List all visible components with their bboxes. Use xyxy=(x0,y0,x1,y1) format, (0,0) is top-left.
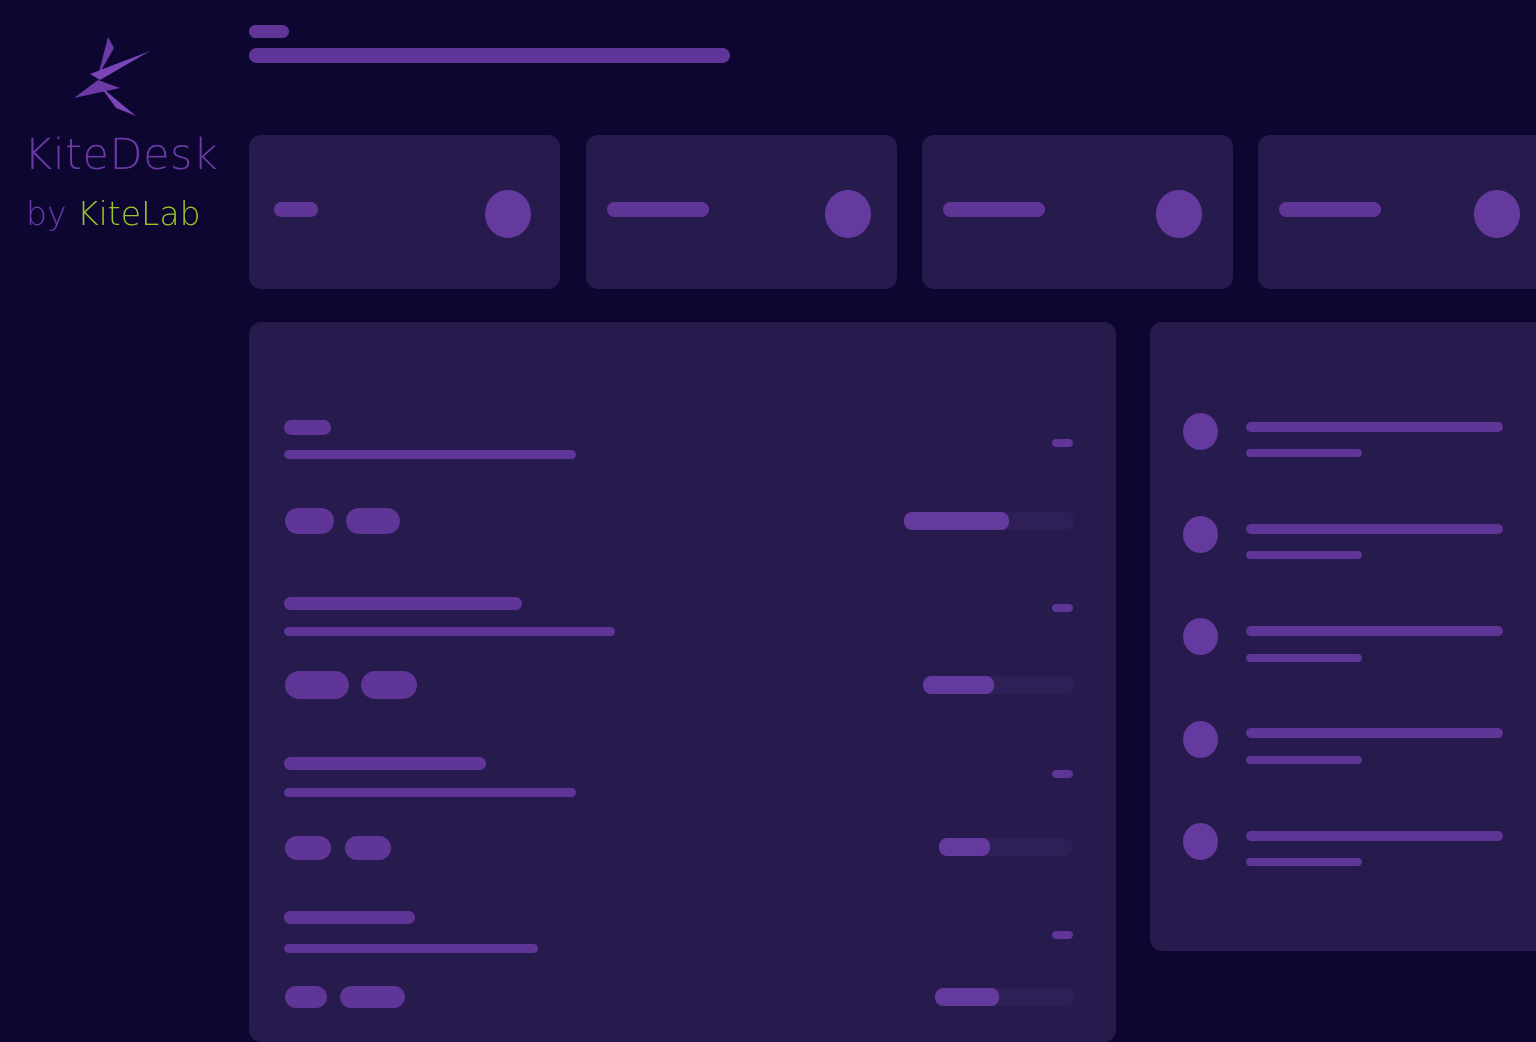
stat-label-placeholder xyxy=(943,202,1045,217)
task-progress-bar xyxy=(923,676,1074,694)
stat-label-placeholder xyxy=(1279,202,1381,217)
task-meta-placeholder xyxy=(1052,770,1073,778)
stat-icon xyxy=(825,190,871,238)
task-title-placeholder xyxy=(284,420,331,435)
activity-subtitle-placeholder xyxy=(1246,551,1362,559)
task-tag xyxy=(285,508,334,534)
avatar xyxy=(1183,618,1218,655)
activity-title-placeholder xyxy=(1246,831,1503,841)
task-tag xyxy=(340,986,405,1008)
avatar xyxy=(1183,516,1218,553)
task-progress-bar xyxy=(939,838,1072,856)
brand-company: KiteLab xyxy=(76,194,201,233)
avatar xyxy=(1183,823,1218,860)
task-title-placeholder xyxy=(284,597,522,610)
task-tag xyxy=(361,671,417,699)
task-tag xyxy=(346,508,400,534)
task-subtitle-placeholder xyxy=(284,450,576,459)
task-progress-fill xyxy=(935,988,999,1006)
task-tag xyxy=(345,836,391,860)
task-progress-fill xyxy=(939,838,990,856)
stat-card[interactable] xyxy=(922,135,1233,289)
stat-icon xyxy=(1156,190,1202,238)
brand-by: by xyxy=(26,194,67,233)
brand-block: KiteDesk by KiteLab xyxy=(0,0,240,260)
stat-card[interactable] xyxy=(1258,135,1536,289)
stat-card[interactable] xyxy=(586,135,897,289)
task-meta-placeholder xyxy=(1052,439,1073,447)
activity-title-placeholder xyxy=(1246,728,1503,738)
activity-subtitle-placeholder xyxy=(1246,858,1362,866)
stat-icon xyxy=(485,190,531,238)
avatar xyxy=(1183,413,1218,450)
task-subtitle-placeholder xyxy=(284,627,615,636)
task-progress-fill xyxy=(904,512,1010,530)
stat-label-placeholder xyxy=(274,202,318,217)
task-subtitle-placeholder xyxy=(284,944,538,953)
task-progress-bar xyxy=(904,512,1074,530)
stat-icon xyxy=(1474,190,1520,238)
page-title-placeholder xyxy=(249,48,730,63)
activity-subtitle-placeholder xyxy=(1246,654,1362,662)
task-meta-placeholder xyxy=(1052,931,1073,939)
activity-title-placeholder xyxy=(1246,626,1503,636)
task-progress-bar xyxy=(935,988,1074,1006)
task-tag xyxy=(285,671,349,699)
brand-name: KiteDesk xyxy=(24,130,219,180)
task-title-placeholder xyxy=(284,911,415,924)
breadcrumb-placeholder xyxy=(249,25,289,38)
task-title-placeholder xyxy=(284,757,486,770)
avatar xyxy=(1183,721,1218,758)
stat-label-placeholder xyxy=(607,202,709,217)
task-meta-placeholder xyxy=(1052,604,1073,612)
activity-subtitle-placeholder xyxy=(1246,449,1362,457)
stat-card[interactable] xyxy=(249,135,560,289)
task-tag xyxy=(285,986,327,1008)
activity-panel xyxy=(1150,322,1536,951)
task-tag xyxy=(285,836,331,860)
activity-subtitle-placeholder xyxy=(1246,756,1362,764)
task-list-panel xyxy=(249,322,1116,1042)
kite-logo-icon xyxy=(74,37,150,116)
task-progress-fill xyxy=(923,676,994,694)
task-subtitle-placeholder xyxy=(284,788,576,797)
brand-tagline: by KiteLab xyxy=(26,197,201,230)
activity-title-placeholder xyxy=(1246,524,1503,534)
activity-title-placeholder xyxy=(1246,422,1503,432)
